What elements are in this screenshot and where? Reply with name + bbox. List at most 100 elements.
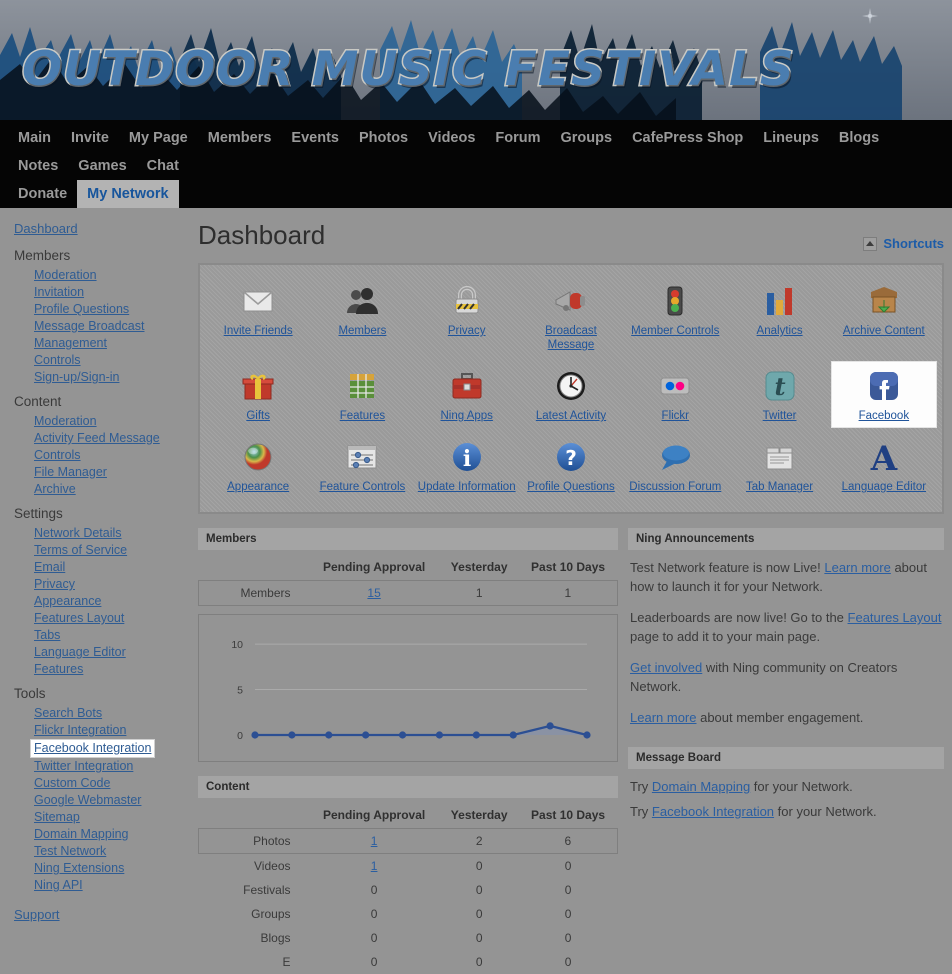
sidebar-item-management[interactable]: Management — [34, 335, 190, 352]
shortcut-label[interactable]: Features — [340, 409, 385, 423]
shortcut-tile-twitter[interactable]: t Twitter — [727, 362, 831, 427]
pending-approval-link[interactable]: 15 — [367, 586, 380, 600]
nav-item-groups[interactable]: Groups — [551, 124, 623, 152]
shortcut-tile-members[interactable]: Members — [310, 277, 414, 356]
shortcut-tile-features[interactable]: Features — [310, 362, 414, 427]
sidebar-item-ning-api[interactable]: Ning API — [34, 877, 190, 894]
nav-item-members[interactable]: Members — [198, 124, 282, 152]
nav-item-events[interactable]: Events — [281, 124, 349, 152]
nav-item-lineups[interactable]: Lineups — [753, 124, 829, 152]
cell-pending-approval[interactable]: 15 — [308, 580, 440, 606]
nav-item-forum[interactable]: Forum — [485, 124, 550, 152]
shortcut-tile-flickr[interactable]: Flickr — [623, 362, 727, 427]
cell-pending-approval[interactable]: 1 — [309, 854, 440, 879]
cell-pending-approval[interactable]: 1 — [308, 828, 440, 854]
shortcut-label[interactable]: Tab Manager — [746, 480, 813, 494]
sidebar-item-support[interactable]: Support — [14, 906, 190, 924]
sidebar-item-invitation[interactable]: Invitation — [34, 284, 190, 301]
shortcut-tile-privacy[interactable]: Privacy — [415, 277, 519, 356]
sidebar-item-sign-up-sign-in[interactable]: Sign-up/Sign-in — [34, 369, 190, 386]
sidebar-item-network-details[interactable]: Network Details — [34, 525, 190, 542]
shortcut-tile-ning-apps[interactable]: Ning Apps — [415, 362, 519, 427]
shortcut-tile-latest-activity[interactable]: Latest Activity — [519, 362, 623, 427]
shortcut-tile-archive-content[interactable]: Archive Content — [832, 277, 936, 356]
sidebar-item-domain-mapping[interactable]: Domain Mapping — [34, 826, 190, 843]
message-board-link-domain-mapping[interactable]: Domain Mapping — [652, 779, 750, 794]
shortcut-label[interactable]: Profile Questions — [527, 480, 615, 494]
sidebar-item-language-editor[interactable]: Language Editor — [34, 644, 190, 661]
shortcuts-toggle[interactable]: Shortcuts — [863, 236, 944, 251]
sidebar-item-profile-questions[interactable]: Profile Questions — [34, 301, 190, 318]
shortcut-tile-discussion-forum[interactable]: Discussion Forum — [623, 433, 727, 498]
shortcut-label[interactable]: Member Controls — [631, 324, 719, 338]
announcement-link-learn-more[interactable]: Learn more — [824, 560, 890, 575]
sidebar-item-search-bots[interactable]: Search Bots — [34, 705, 190, 722]
shortcut-label[interactable]: Twitter — [763, 409, 797, 423]
sidebar-item-activity-feed-message[interactable]: Activity Feed Message — [34, 430, 190, 447]
sidebar-item-flickr-integration[interactable]: Flickr Integration — [34, 722, 190, 739]
sidebar-item-twitter-integration[interactable]: Twitter Integration — [34, 758, 190, 775]
shortcut-label[interactable]: Language Editor — [842, 480, 926, 494]
shortcut-label[interactable]: Discussion Forum — [629, 480, 721, 494]
sidebar-item-google-webmaster[interactable]: Google Webmaster — [34, 792, 190, 809]
shortcut-label[interactable]: Ning Apps — [440, 409, 492, 423]
sidebar-item-file-manager[interactable]: File Manager — [34, 464, 190, 481]
pending-approval-link[interactable]: 1 — [371, 859, 378, 873]
sidebar-item-test-network[interactable]: Test Network — [34, 843, 190, 860]
sidebar-item-sitemap[interactable]: Sitemap — [34, 809, 190, 826]
sidebar-item-message-broadcast[interactable]: Message Broadcast — [34, 318, 190, 335]
shortcut-label[interactable]: Invite Friends — [224, 324, 293, 338]
shortcut-tile-invite-friends[interactable]: Invite Friends — [206, 277, 310, 356]
shortcut-label[interactable]: Privacy — [448, 324, 486, 338]
shortcut-label[interactable]: Appearance — [227, 480, 289, 494]
announcement-link-get-involved[interactable]: Get involved — [630, 660, 702, 675]
nav-item-invite[interactable]: Invite — [61, 124, 119, 152]
sidebar-item-custom-code[interactable]: Custom Code — [34, 775, 190, 792]
nav-item-games[interactable]: Games — [68, 152, 136, 180]
nav-item-photos[interactable]: Photos — [349, 124, 418, 152]
announcement-link-features-layout[interactable]: Features Layout — [848, 610, 942, 625]
pending-approval-link[interactable]: 1 — [371, 834, 378, 848]
sidebar-item-appearance[interactable]: Appearance — [34, 593, 190, 610]
shortcut-label[interactable]: Latest Activity — [536, 409, 606, 423]
shortcut-tile-profile-questions[interactable]: ? Profile Questions — [519, 433, 623, 498]
sidebar-item-terms-of-service[interactable]: Terms of Service — [34, 542, 190, 559]
shortcut-label[interactable]: Facebook — [859, 409, 910, 423]
shortcut-label[interactable]: Archive Content — [843, 324, 925, 338]
shortcut-label[interactable]: Members — [338, 324, 386, 338]
sidebar-item-moderation[interactable]: Moderation — [34, 413, 190, 430]
nav-item-cafepress-shop[interactable]: CafePress Shop — [622, 124, 753, 152]
sidebar-item-features-layout[interactable]: Features Layout — [34, 610, 190, 627]
shortcut-label[interactable]: Gifts — [246, 409, 270, 423]
sidebar-item-features[interactable]: Features — [34, 661, 190, 678]
nav-item-notes[interactable]: Notes — [8, 152, 68, 180]
shortcut-label[interactable]: Update Information — [418, 480, 516, 494]
sidebar-item-tabs[interactable]: Tabs — [34, 627, 190, 644]
sidebar-item-controls[interactable]: Controls — [34, 447, 190, 464]
nav-item-my-network[interactable]: My Network — [77, 180, 179, 208]
nav-item-chat[interactable]: Chat — [137, 152, 189, 180]
sidebar-item-controls[interactable]: Controls — [34, 352, 190, 369]
collapse-triangle-icon[interactable] — [863, 236, 878, 251]
shortcut-tile-broadcast-message[interactable]: Broadcast Message — [519, 277, 623, 356]
nav-item-blogs[interactable]: Blogs — [829, 124, 889, 152]
sidebar-item-facebook-integration[interactable]: Facebook Integration — [30, 739, 156, 758]
shortcut-tile-facebook[interactable]: Facebook — [831, 362, 936, 427]
message-board-link-facebook-integration[interactable]: Facebook Integration — [652, 804, 774, 819]
sidebar-item-email[interactable]: Email — [34, 559, 190, 576]
nav-item-videos[interactable]: Videos — [418, 124, 485, 152]
sidebar-item-privacy[interactable]: Privacy — [34, 576, 190, 593]
announcement-link-learn-more[interactable]: Learn more — [630, 710, 696, 725]
shortcut-tile-update-information[interactable]: i Update Information — [415, 433, 519, 498]
sidebar-item-archive[interactable]: Archive — [34, 481, 190, 498]
nav-item-donate[interactable]: Donate — [8, 180, 77, 208]
sidebar-item-moderation[interactable]: Moderation — [34, 267, 190, 284]
sidebar-item-dashboard[interactable]: Dashboard — [14, 220, 190, 238]
sidebar-item-ning-extensions[interactable]: Ning Extensions — [34, 860, 190, 877]
shortcut-label[interactable]: Analytics — [757, 324, 803, 338]
shortcuts-label[interactable]: Shortcuts — [883, 236, 944, 251]
shortcut-label[interactable]: Broadcast Message — [521, 324, 621, 352]
shortcut-label[interactable]: Feature Controls — [320, 480, 406, 494]
nav-item-main[interactable]: Main — [8, 124, 61, 152]
shortcut-tile-appearance[interactable]: Appearance — [206, 433, 310, 498]
